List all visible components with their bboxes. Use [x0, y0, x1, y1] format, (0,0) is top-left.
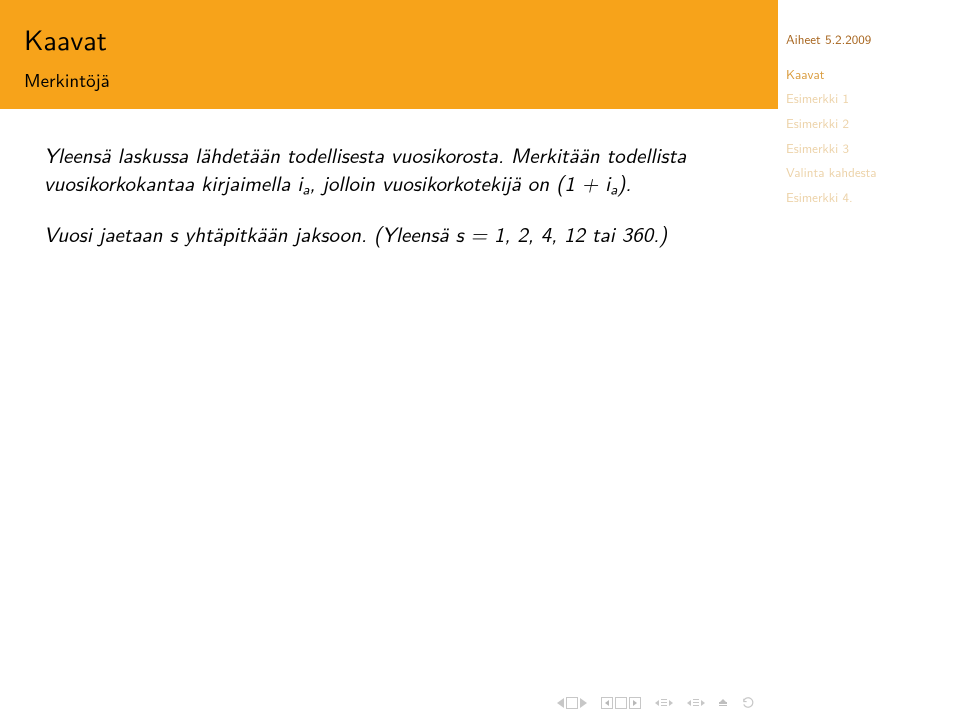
nav-back-forward-icon[interactable]	[741, 695, 756, 710]
frame-subtitle: Merkintöjä	[24, 65, 778, 93]
text: , jolloin vuosikorkotekijä on	[310, 168, 557, 198]
sidebar: Aiheet 5.2.2009 Kaavat Esimerkki 1 Esime…	[778, 0, 960, 720]
sidebar-item-esim1[interactable]: Esimerkki 1	[786, 87, 948, 112]
frame-box-icon[interactable]	[615, 697, 627, 709]
section-stack-icon[interactable]	[661, 698, 667, 706]
nav-appendix-icon[interactable]	[719, 699, 727, 707]
next-subsection-icon[interactable]	[701, 700, 705, 706]
text: Vuosi jaetaan s yhtäpitkään jaksoon. (Yl…	[44, 219, 667, 249]
nav-frame-group	[601, 697, 641, 709]
next-slide-icon[interactable]	[580, 698, 587, 708]
next-section-icon[interactable]	[669, 700, 673, 706]
frame-body: Yleensä laskussa lähdetään todellisesta …	[0, 109, 778, 248]
slide: Kaavat Merkintöjä Yleensä laskussa lähde…	[0, 0, 960, 720]
paragraph-1: Yleensä laskussa lähdetään todellisesta …	[44, 141, 748, 200]
text: (1 +	[556, 168, 605, 198]
nav-subsection-group	[687, 698, 705, 706]
sidebar-item-esim2[interactable]: Esimerkki 2	[786, 112, 948, 137]
main-column: Kaavat Merkintöjä Yleensä laskussa lähde…	[0, 0, 778, 720]
sidebar-doc-title: Aiheet 5.2.2009	[786, 28, 948, 53]
prev-frame-icon[interactable]	[601, 697, 613, 709]
prev-section-icon[interactable]	[655, 700, 659, 706]
nav-section-group	[655, 698, 673, 706]
beamer-nav-bar	[557, 695, 756, 710]
sidebar-item-valinta[interactable]: Valinta kahdesta	[786, 161, 948, 186]
text: ).	[617, 168, 631, 198]
next-frame-icon[interactable]	[629, 697, 641, 709]
slide-frame-icon[interactable]	[566, 697, 578, 709]
sidebar-item-kaavat[interactable]: Kaavat	[786, 63, 948, 88]
title-band: Kaavat Merkintöjä	[0, 0, 778, 109]
sidebar-item-esim4[interactable]: Esimerkki 4.	[786, 186, 948, 211]
sidebar-item-esim3[interactable]: Esimerkki 3	[786, 137, 948, 162]
prev-slide-icon[interactable]	[557, 698, 564, 708]
subsection-stack-icon[interactable]	[693, 698, 699, 706]
math-sub-a: a	[302, 178, 309, 200]
prev-subsection-icon[interactable]	[687, 700, 691, 706]
nav-slide-group	[557, 697, 587, 709]
frame-title: Kaavat	[24, 18, 778, 59]
paragraph-2: Vuosi jaetaan s yhtäpitkään jaksoon. (Yl…	[44, 220, 748, 248]
